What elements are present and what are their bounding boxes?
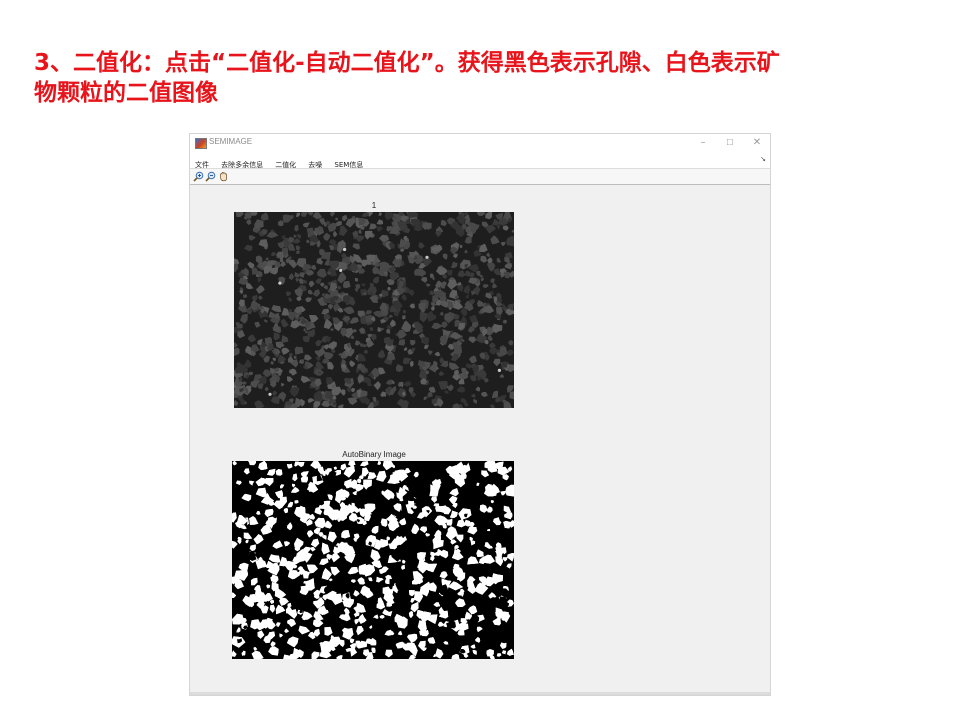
- slide-heading-line-1: 3、二值化：点击“二值化-自动二值化”。获得黑色表示孔隙、白色表示矿: [34, 50, 780, 76]
- zoom-in-icon[interactable]: [193, 171, 204, 182]
- window-title: SEMIMAGE: [209, 137, 253, 146]
- sem-grayscale-image[interactable]: [234, 212, 514, 408]
- close-button[interactable]: ✕: [744, 134, 770, 152]
- menu-bar: 文件 去除多余信息 二值化 去噪 SEM信息 ↘: [190, 152, 770, 169]
- semimage-window: SEMIMAGE – ☐ ✕ 文件 去除多余信息 二值化 去噪 SEM信息 ↘: [189, 133, 771, 696]
- axes-2-title: AutoBinary Image: [342, 450, 406, 459]
- zoom-out-icon[interactable]: [205, 171, 216, 182]
- axes-1-title: 1: [371, 201, 377, 210]
- maximize-button[interactable]: ☐: [717, 134, 743, 152]
- window-bottom-border: [190, 692, 770, 695]
- slide-heading-line-2: 物颗粒的二值图像: [34, 80, 218, 106]
- tool-bar: [190, 168, 770, 185]
- autobinary-image[interactable]: [232, 461, 514, 659]
- title-bar[interactable]: SEMIMAGE – ☐ ✕: [190, 134, 770, 152]
- dock-arrow-icon[interactable]: ↘: [760, 155, 766, 163]
- minimize-button[interactable]: –: [690, 134, 716, 152]
- pan-hand-icon[interactable]: [218, 171, 229, 182]
- slide-heading: 3、二值化：点击“二值化-自动二值化”。获得黑色表示孔隙、白色表示矿 物颗粒的二…: [34, 48, 934, 108]
- matlab-app-icon: [195, 138, 207, 149]
